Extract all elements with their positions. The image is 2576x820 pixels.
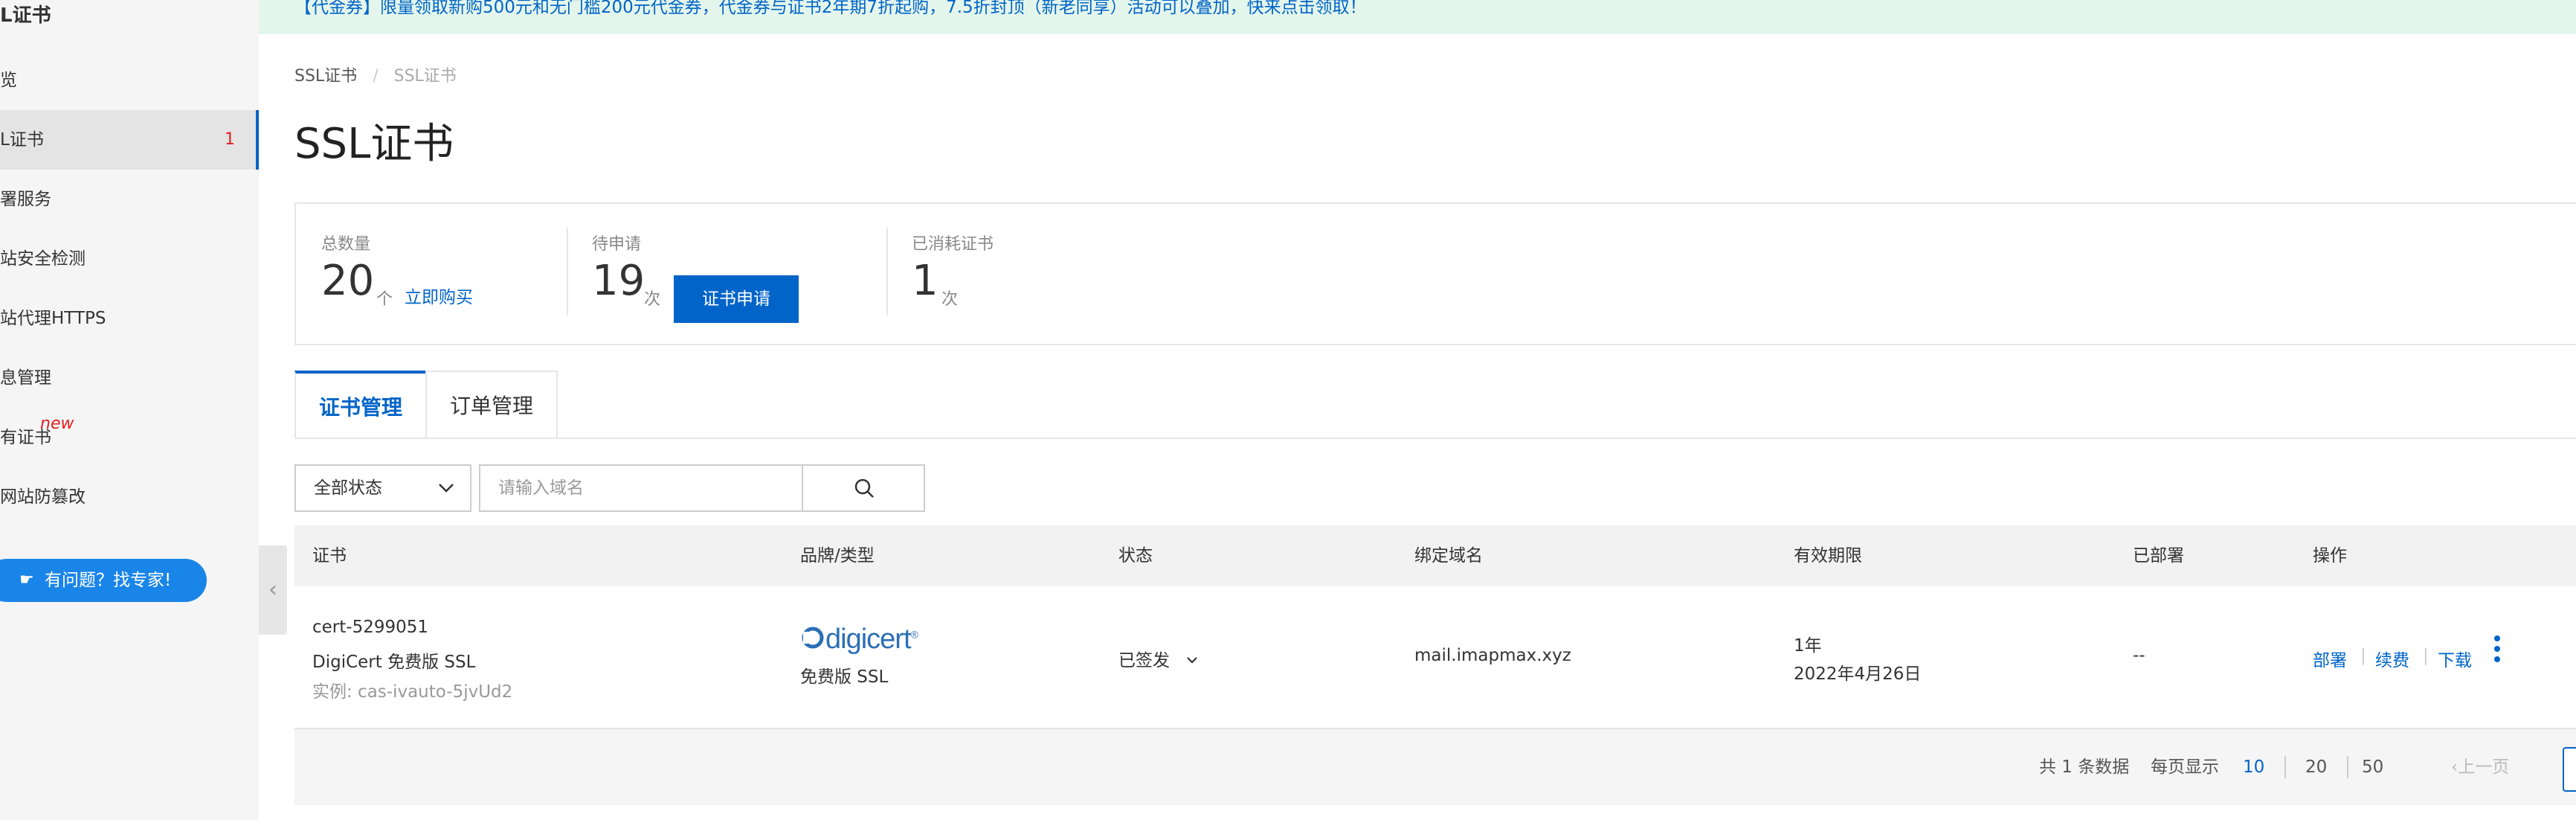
column-header-status: 状态 bbox=[1118, 546, 1153, 566]
sidebar-item-site-security-scan[interactable]: 站安全检测 bbox=[0, 229, 259, 289]
promo-banner[interactable]: 【代金券】限量领取新购500元和无门槛200元代金券，代金券与证书2年期7折起购… bbox=[259, 0, 2576, 34]
sidebar-item-label: 站安全检测 bbox=[0, 249, 86, 269]
sidebar-item-proxy-https[interactable]: 站代理HTTPS bbox=[0, 289, 259, 348]
apply-certificate-button[interactable]: 证书申请 bbox=[674, 275, 799, 323]
stat-pending-value: 19 bbox=[592, 257, 645, 305]
certificate-id: cert-5299051 bbox=[312, 618, 429, 637]
bound-domain: mail.imapmax.xyz bbox=[1414, 646, 1571, 665]
status-filter-value: 全部状态 bbox=[314, 478, 382, 498]
column-header-validity: 有效期限 bbox=[1794, 546, 1862, 566]
search-button[interactable] bbox=[802, 464, 925, 512]
column-header-brand-type: 品牌/类型 bbox=[800, 546, 875, 566]
breadcrumb-current: SSL证书 bbox=[393, 67, 457, 86]
stat-divider bbox=[567, 228, 568, 315]
chevron-down-icon bbox=[437, 466, 455, 527]
table-row: cert-5299051 DigiCert 免费版 SSL 实例: cas-iv… bbox=[294, 586, 2576, 729]
status-value: 已签发 bbox=[1118, 651, 1170, 670]
stats-panel: 总数量 20 个 立即购买 待申请 19 次 证书申请 已消耗证书 1 次 bbox=[294, 202, 2576, 345]
sidebar-item-label: 站代理HTTPS bbox=[0, 309, 106, 328]
sidebar-item-deploy-service[interactable]: 署服务 bbox=[0, 170, 259, 229]
stat-total-label: 总数量 bbox=[321, 235, 371, 254]
sidebar-item-web-tamper-protection[interactable]: 网站防篡改 bbox=[0, 467, 259, 527]
stat-divider bbox=[886, 228, 888, 315]
sidebar-item-ssl-certificates[interactable]: L证书 1 bbox=[0, 110, 259, 170]
table-header: 证书 品牌/类型 状态 绑定域名 有效期限 已部署 操作 bbox=[294, 525, 2576, 586]
column-header-deployed: 已部署 bbox=[2133, 546, 2184, 566]
breadcrumb: SSL证书 / SSL证书 bbox=[294, 63, 457, 86]
sidebar-item-label: 览 bbox=[0, 71, 17, 90]
action-separator: | bbox=[2423, 646, 2429, 665]
chevron-down-icon bbox=[1187, 657, 1198, 664]
search-icon bbox=[854, 478, 874, 498]
status-dropdown[interactable]: 已签发 bbox=[1118, 646, 1200, 671]
pagination-bar: 共 1 条数据 每页显示 10 20 50 ‹上一页 bbox=[294, 729, 2576, 805]
sidebar: L证书 览 L证书 1 署服务 站安全检测 站代理HTTPS 息管理 有证书 n… bbox=[0, 0, 259, 820]
sidebar-item-label: 署服务 bbox=[0, 190, 51, 209]
pagination-total: 共 1 条数据 bbox=[2039, 757, 2130, 777]
action-separator: | bbox=[2360, 646, 2366, 665]
validity-term: 1年 bbox=[1794, 636, 1822, 656]
deploy-link[interactable]: 部署 bbox=[2313, 646, 2347, 671]
stat-total-unit: 个 bbox=[376, 290, 393, 309]
chevron-left-icon: ‹ bbox=[2451, 757, 2459, 777]
digicert-logo: digicert® bbox=[800, 624, 918, 656]
previous-page-label: 上一页 bbox=[2458, 757, 2510, 777]
tab-certificate-management[interactable]: 证书管理 bbox=[294, 371, 427, 439]
domain-search-input[interactable] bbox=[479, 464, 803, 512]
sidebar-title: L证书 bbox=[0, 4, 51, 27]
sidebar-item-private-certificates[interactable]: 有证书 new bbox=[0, 408, 259, 467]
chevron-left-icon: ‹ bbox=[268, 577, 277, 603]
breadcrumb-root[interactable]: SSL证书 bbox=[294, 67, 357, 86]
stat-consumed-value: 1 bbox=[912, 257, 938, 305]
column-header-actions: 操作 bbox=[2313, 546, 2347, 566]
page-title: SSL证书 bbox=[294, 120, 454, 168]
sidebar-item-label: 网站防篡改 bbox=[0, 487, 86, 507]
status-filter-select[interactable]: 全部状态 bbox=[294, 464, 471, 512]
page-size-20[interactable]: 20 bbox=[2305, 729, 2327, 805]
help-button-label: 有问题？找专家! bbox=[45, 571, 172, 590]
page-size-label: 每页显示 bbox=[2151, 757, 2219, 777]
promo-banner-text[interactable]: 【代金券】限量领取新购500元和无门槛200元代金券，代金券与证书2年期7折起购… bbox=[294, 0, 1367, 17]
deployed-value: -- bbox=[2133, 646, 2145, 665]
brand-type: 免费版 SSL bbox=[800, 667, 889, 687]
buy-now-link[interactable]: 立即购买 bbox=[405, 283, 473, 308]
certificate-instance: 实例: cas-ivauto-5jvUd2 bbox=[312, 682, 513, 702]
certificate-name: DigiCert 免费版 SSL bbox=[312, 653, 476, 672]
sidebar-item-info-management[interactable]: 息管理 bbox=[0, 348, 259, 408]
sidebar-item-count: 1 bbox=[225, 130, 235, 149]
column-header-domain: 绑定域名 bbox=[1414, 546, 1483, 566]
tab-divider bbox=[294, 438, 2576, 439]
help-expert-button[interactable]: ☛ 有问题？找专家! bbox=[0, 559, 207, 602]
sidebar-item-overview[interactable]: 览 bbox=[0, 51, 259, 110]
sidebar-item-label: L证书 bbox=[0, 130, 44, 150]
page-size-divider bbox=[2347, 756, 2348, 778]
brand-logo-text: digicert bbox=[825, 624, 911, 655]
next-page-button[interactable] bbox=[2563, 747, 2576, 792]
stat-consumed-label: 已消耗证书 bbox=[912, 235, 994, 254]
previous-page-button[interactable]: ‹上一页 bbox=[2451, 729, 2509, 805]
page-size-50[interactable]: 50 bbox=[2362, 729, 2383, 805]
stat-total-value: 20 bbox=[321, 257, 375, 305]
stat-pending-label: 待申请 bbox=[592, 235, 642, 254]
tab-order-management[interactable]: 订单管理 bbox=[425, 371, 558, 439]
help-hand-icon: ☛ bbox=[19, 571, 34, 589]
new-badge: new bbox=[40, 414, 74, 433]
breadcrumb-separator: / bbox=[373, 67, 379, 86]
more-vertical-icon[interactable] bbox=[2490, 632, 2505, 665]
sidebar-collapse-handle[interactable]: ‹ bbox=[259, 545, 287, 635]
download-link[interactable]: 下载 bbox=[2438, 646, 2472, 671]
page-size-10[interactable]: 10 bbox=[2243, 729, 2264, 805]
stat-pending-unit: 次 bbox=[644, 290, 661, 309]
page-size-divider bbox=[2284, 756, 2286, 778]
renew-link[interactable]: 续费 bbox=[2375, 646, 2409, 671]
validity-date: 2022年4月26日 bbox=[1794, 664, 1922, 684]
stat-consumed-unit: 次 bbox=[941, 290, 959, 309]
column-header-certificate: 证书 bbox=[312, 546, 347, 566]
